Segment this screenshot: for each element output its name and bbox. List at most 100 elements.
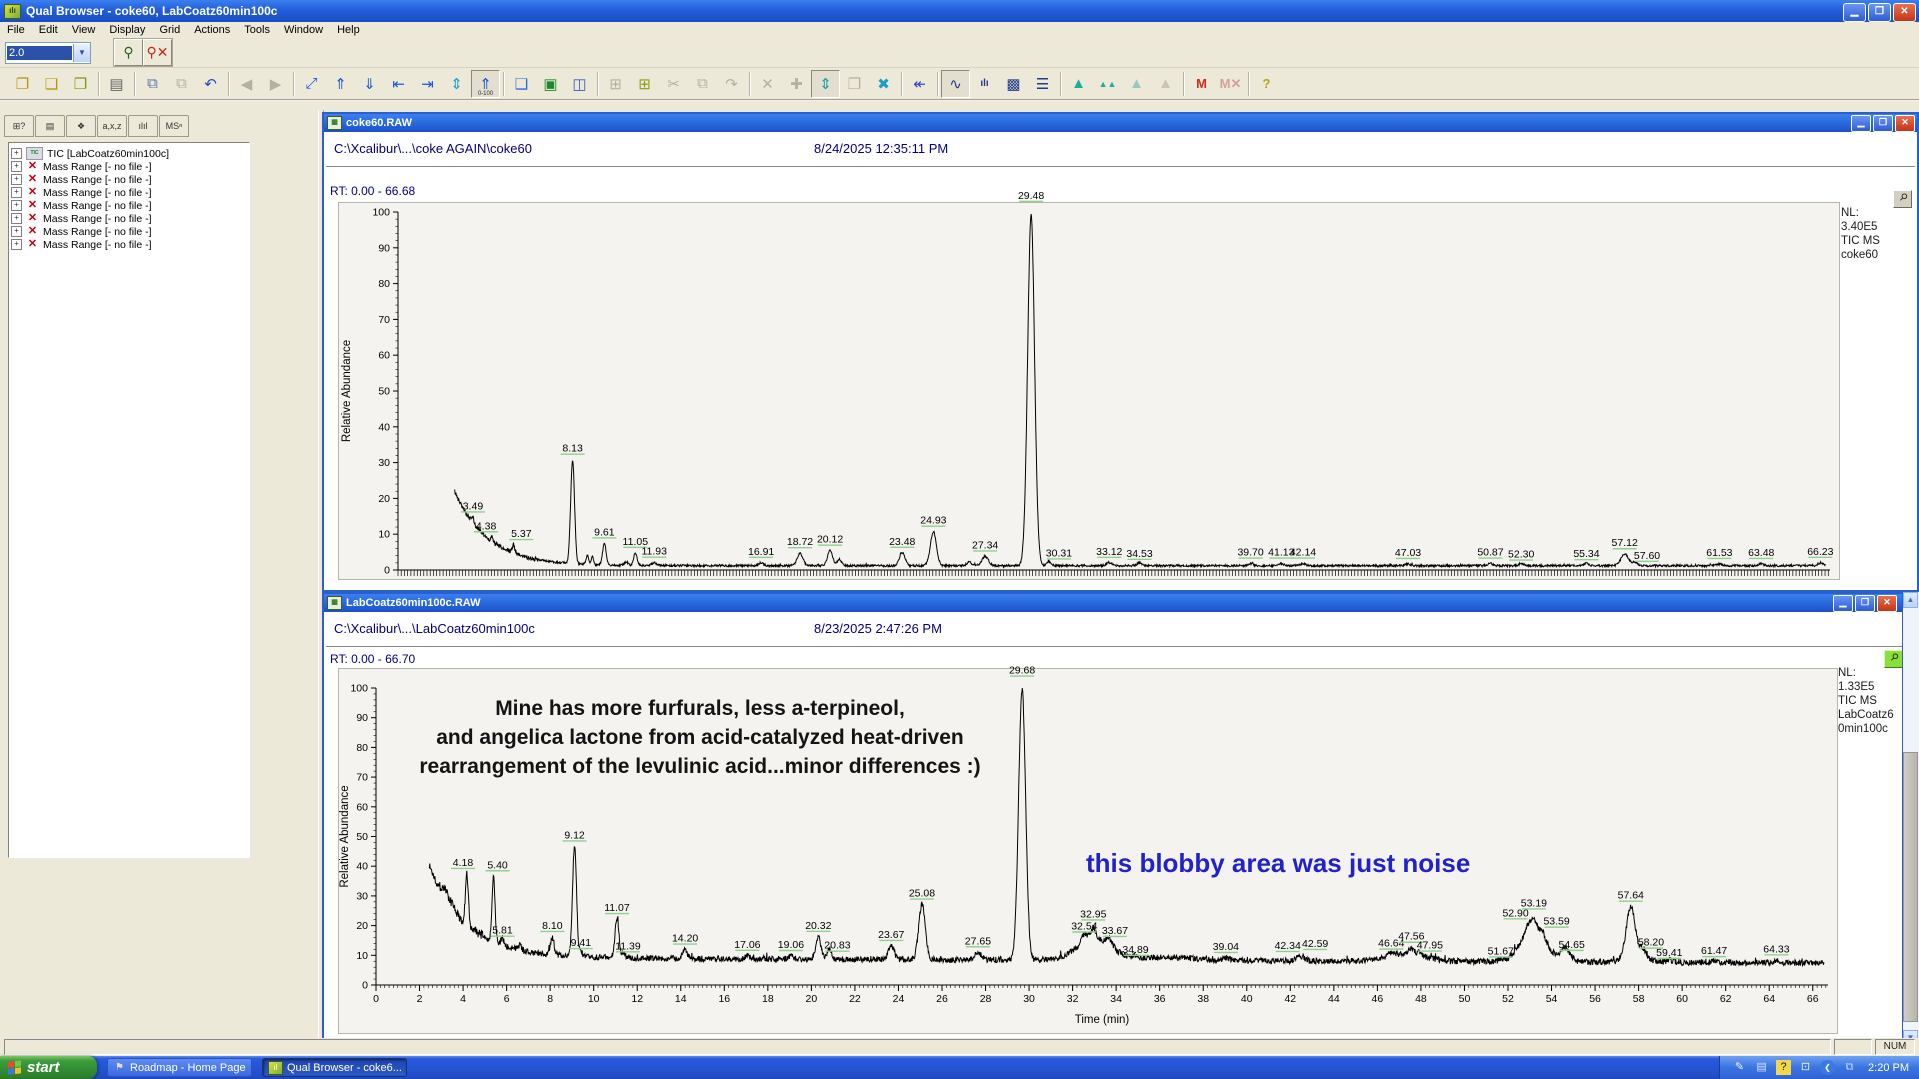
scale-combo[interactable]: 2.0 ▼ (5, 42, 91, 64)
tray-display-icon[interactable]: ⊡ (1798, 1060, 1813, 1075)
cell-link-button[interactable]: ⊞ (601, 70, 630, 98)
pane2-scrollbar[interactable]: ▲ ▼ (1902, 592, 1919, 1046)
back-button[interactable]: ◀ (232, 70, 261, 98)
expand-icon[interactable]: + (11, 200, 22, 211)
forward-button[interactable]: ▶ (261, 70, 290, 98)
zoom-apply-button[interactable]: ⚲ (114, 39, 143, 66)
pane1-maximize-button[interactable]: ❐ (1873, 115, 1893, 132)
cut-cell-button[interactable]: ✂ (659, 70, 688, 98)
grid-view-button[interactable]: ◫ (565, 70, 594, 98)
pane2-minimize-button[interactable]: ▁ (1833, 595, 1853, 612)
report-view-button[interactable]: ▣ (536, 70, 565, 98)
detect-all-peaks-button[interactable]: ▲▲ (1093, 70, 1122, 98)
copy-cell-button[interactable]: ⧉ (688, 70, 717, 98)
maximize-cell-button[interactable]: ✕ (753, 70, 782, 98)
menu-view[interactable]: View (65, 23, 103, 37)
pan-down-button[interactable]: ⇓ (355, 70, 384, 98)
mass-options-button[interactable]: M (1187, 70, 1216, 98)
expand-icon[interactable]: + (11, 187, 22, 198)
tray-pen-icon[interactable]: ✎ (1732, 1060, 1747, 1075)
tray-network-icon[interactable]: ⧉ (1842, 1060, 1857, 1075)
swap-cells-button[interactable]: ✖ (869, 70, 898, 98)
scrollbar-thumb[interactable] (1903, 752, 1918, 1022)
tray-help-icon[interactable]: ? (1776, 1060, 1791, 1075)
help-button[interactable]: ? (1252, 70, 1281, 98)
normalize-button[interactable]: ⇑0-100 (471, 70, 500, 98)
shift-left-button[interactable]: ⇤ (384, 70, 413, 98)
manual-peak-button[interactable]: ▲ (1122, 70, 1151, 98)
display-options-button[interactable]: ❑ (507, 70, 536, 98)
scroll-up-icon[interactable]: ▲ (1903, 592, 1918, 608)
tray-journal-icon[interactable]: ▤ (1754, 1060, 1769, 1075)
pane1-minimize-button[interactable]: ▁ (1851, 115, 1871, 132)
split-cell-button[interactable]: ⇕ (811, 70, 840, 98)
zoom-both-axes-button[interactable]: ⤢ (297, 70, 326, 98)
pane2-close-button[interactable]: ✕ (1877, 595, 1897, 612)
minimize-button[interactable]: ▁ (1843, 3, 1866, 22)
chevron-down-icon[interactable]: ▼ (73, 44, 90, 62)
clear-peaks-button[interactable]: ▲ (1151, 70, 1180, 98)
menu-grid[interactable]: Grid (152, 23, 187, 37)
close-button[interactable]: ✕ (1893, 3, 1916, 22)
insert-cell-button[interactable]: ⊞ (630, 70, 659, 98)
maximize-button[interactable]: ❐ (1868, 3, 1891, 22)
merge-cell-button[interactable]: ❒ (840, 70, 869, 98)
pane2-titlebar[interactable]: ▦ LabCoatz60min100c.RAW ▁ ❐ ✕ (324, 594, 1917, 612)
paste-cell-button[interactable]: ↷ (717, 70, 746, 98)
expand-icon[interactable]: + (11, 174, 22, 185)
restore-cell-button[interactable]: ✚ (782, 70, 811, 98)
open-sequence-button[interactable]: ❏ (37, 70, 66, 98)
paste-button[interactable]: ⧉ (167, 70, 196, 98)
tree-item[interactable]: +✕Mass Range [- no file -] (11, 225, 247, 238)
tree-item[interactable]: +✕Mass Range [- no file -] (11, 199, 247, 212)
pan-up-button[interactable]: ⇑ (326, 70, 355, 98)
pane1-titlebar[interactable]: ▦ coke60.RAW ▁ ❐ ✕ (324, 114, 1917, 132)
apply-to-all-button[interactable]: ↞ (905, 70, 934, 98)
zoom-clear-button[interactable]: ⚲✕ (143, 39, 172, 66)
tab-mass-list[interactable]: a,x,z (97, 115, 127, 137)
pane2-maximize-button[interactable]: ❐ (1855, 595, 1875, 612)
tree-item[interactable]: +✕Mass Range [- no file -] (11, 160, 247, 173)
tree-item[interactable]: +✕Mass Range [- no file -] (11, 212, 247, 225)
print-button[interactable]: ▤ (102, 70, 131, 98)
expand-icon[interactable]: + (11, 148, 22, 159)
list-style-button[interactable]: ☰ (1028, 70, 1057, 98)
taskbar-task-2[interactable]: ılQual Browser - coke6... (262, 1058, 407, 1077)
menu-edit[interactable]: Edit (32, 23, 65, 37)
menu-actions[interactable]: Actions (187, 23, 237, 37)
expand-icon[interactable]: + (11, 213, 22, 224)
tree-item[interactable]: +TICTIC [LabCoatz60min100c] (11, 147, 247, 160)
tab-map[interactable]: ❖ (66, 115, 96, 137)
menu-tools[interactable]: Tools (237, 23, 277, 37)
tab-info[interactable]: ⊞? (4, 115, 34, 137)
expand-icon[interactable]: + (11, 239, 22, 250)
tab-msn[interactable]: MSⁿ (159, 115, 189, 137)
tree-item[interactable]: +✕Mass Range [- no file -] (11, 238, 247, 251)
tree-item[interactable]: +✕Mass Range [- no file -] (11, 173, 247, 186)
menu-window[interactable]: Window (277, 23, 330, 37)
expand-icon[interactable]: + (11, 161, 22, 172)
open-raw-file-button[interactable]: ❐ (8, 70, 37, 98)
line-style-button[interactable]: ∿ (941, 70, 970, 98)
menu-help[interactable]: Help (330, 23, 367, 37)
detect-peaks-button[interactable]: ▲ (1064, 70, 1093, 98)
copy-button[interactable]: ⧉ (138, 70, 167, 98)
tray-collapse-icon[interactable]: ❮ (1820, 1060, 1835, 1075)
expand-icon[interactable]: + (11, 226, 22, 237)
start-button[interactable]: start (0, 1056, 97, 1079)
pane1-close-button[interactable]: ✕ (1895, 115, 1915, 132)
tree-item[interactable]: +✕Mass Range [- no file -] (11, 186, 247, 199)
stick-style-button[interactable]: ılı (970, 70, 999, 98)
menu-file[interactable]: File (0, 23, 32, 37)
mass-clear-button[interactable]: M✕ (1216, 70, 1245, 98)
tab-scan-filter[interactable]: ılıl (128, 115, 158, 137)
menu-display[interactable]: Display (102, 23, 152, 37)
shift-right-button[interactable]: ⇥ (413, 70, 442, 98)
app-titlebar[interactable]: ılı Qual Browser - coke60, LabCoatz60min… (0, 0, 1919, 22)
chromatogram-coke60[interactable]: 0102030405060708090100Relative Abundance… (324, 180, 1904, 590)
undo-button[interactable]: ↶ (196, 70, 225, 98)
taskbar-task-1[interactable]: ⚑Roadmap - Home Page (107, 1058, 252, 1077)
tab-spectrum[interactable]: ▤ (35, 115, 65, 137)
inverse-style-button[interactable]: ▩ (999, 70, 1028, 98)
open-result-button[interactable]: ❒ (66, 70, 95, 98)
